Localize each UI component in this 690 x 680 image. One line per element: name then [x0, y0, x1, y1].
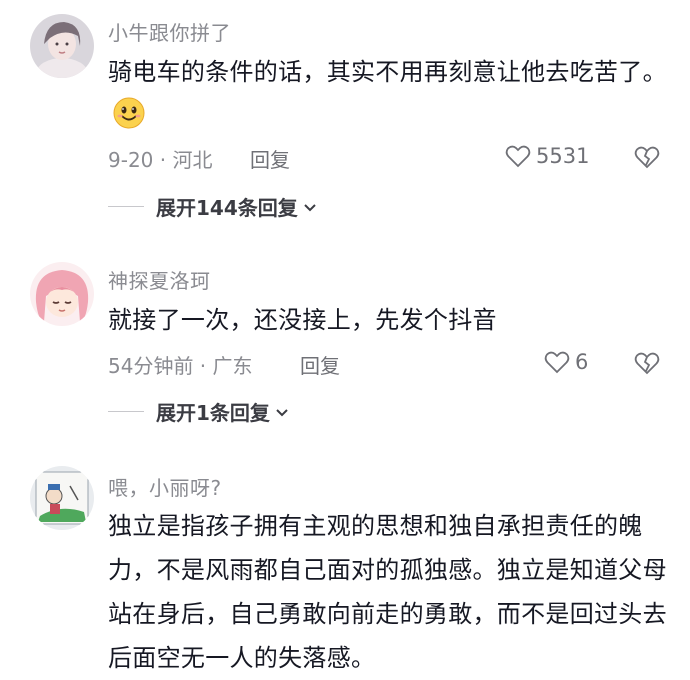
avatar[interactable] [30, 262, 94, 326]
username[interactable]: 小牛跟你拼了 [108, 17, 231, 46]
heart-icon [505, 145, 531, 168]
comment-text: 就接了一次，还没接上，先发个抖音 [108, 306, 497, 334]
avatar[interactable] [30, 466, 94, 530]
comment-body: 骑电车的条件的话，其实不用再刻意让他去吃苦了。 [108, 58, 667, 86]
expand-replies-button[interactable]: 展开1条回复 [108, 397, 290, 426]
username[interactable]: 喂，小丽呀? [108, 472, 222, 501]
expand-replies-label: 展开144条回复 [156, 196, 298, 220]
avatar[interactable] [30, 14, 94, 78]
chevron-down-icon [276, 408, 288, 416]
chevron-down-icon [304, 203, 316, 211]
comment-text: 骑电车的条件的话，其实不用再刻意让他去吃苦了。 [108, 50, 668, 138]
divider [108, 206, 144, 207]
username[interactable]: 神探夏洛珂 [108, 265, 211, 294]
divider [108, 411, 144, 412]
comment-meta: 9-20 · 河北 [108, 148, 213, 172]
comment-meta: 54分钟前 · 广东 [108, 354, 253, 378]
reply-button[interactable]: 回复 [250, 144, 290, 173]
heart-icon [544, 351, 570, 374]
like-button[interactable]: 5531 [504, 142, 589, 170]
like-button[interactable]: 6 [543, 348, 588, 376]
like-count: 6 [575, 350, 589, 374]
smile-emoji-icon [113, 97, 145, 129]
expand-replies-label: 展开1条回复 [156, 401, 270, 425]
reply-button[interactable]: 回复 [300, 350, 340, 379]
comment-text: 独立是指孩子拥有主观的思想和独自承担责任的魄力，不是风雨都自己面对的孤独感。独立… [108, 512, 667, 672]
broken-heart-icon[interactable] [633, 349, 661, 377]
like-count: 5531 [536, 144, 590, 168]
expand-replies-button[interactable]: 展开144条回复 [108, 192, 318, 221]
broken-heart-icon[interactable] [633, 143, 661, 171]
